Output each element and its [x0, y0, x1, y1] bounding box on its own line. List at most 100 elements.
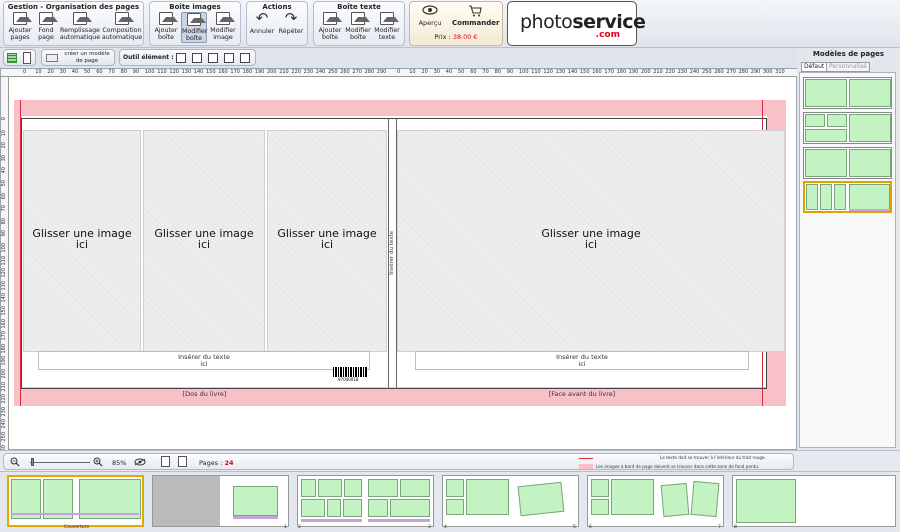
group-order: Aperçu Commander Prix : 38.00 € [409, 1, 503, 46]
ruler-tick: 20 [421, 69, 428, 75]
rotate-tool-icon[interactable] [224, 53, 234, 63]
ruler-tick: 10 [409, 69, 416, 75]
thumbnail-page-8[interactable] [732, 475, 896, 527]
page-settings-icon[interactable] [161, 456, 170, 467]
ruler-tick: 120 [1, 268, 7, 278]
resize-tool-icon[interactable] [192, 53, 202, 63]
ruler-tick: 60 [96, 69, 103, 75]
tab-custom[interactable]: Personnalisé [826, 62, 870, 72]
fit-tool-icon[interactable] [240, 53, 250, 63]
edit-text-box-button[interactable]: Modifier boîte [345, 12, 371, 41]
page-number: 8 [734, 525, 737, 530]
ruler-tick: 70 [108, 69, 115, 75]
add-text-box-button[interactable]: Ajouter boîte [317, 12, 343, 41]
text-box-back[interactable]: Insérer du texte ici [38, 351, 370, 370]
undo-button[interactable]: ↶ Annuler [249, 11, 275, 36]
ruler-tick: 280 [738, 69, 749, 75]
page-models-list[interactable] [799, 72, 896, 448]
ruler-tick: 110 [1, 255, 7, 266]
ruler-tick: 250 [328, 69, 338, 75]
cover-label: Couverture [64, 525, 90, 530]
model-three-photos-grid[interactable] [803, 112, 892, 144]
ruler-tick: 250 [1, 432, 7, 442]
ruler-tick: 250 [702, 69, 712, 75]
order-button[interactable]: Commander [452, 5, 499, 27]
page-export-icon[interactable] [178, 456, 187, 467]
zoom-slider-track[interactable] [30, 462, 90, 463]
center-tool-icon[interactable] [208, 53, 218, 63]
auto-fill-button[interactable]: Remplissage automatique [59, 12, 101, 41]
spine-text-box[interactable]: Insérer du texte [389, 231, 395, 275]
photo-placeholder-label: Glisser une image ici [277, 226, 377, 251]
text-box-front[interactable]: Insérer du texte ici [415, 351, 749, 370]
logo-text: photoservice [520, 11, 646, 33]
legend-red-text: Le texte doit se trouver à l'intérieur d… [660, 455, 766, 460]
ruler-tick: 290 [750, 69, 761, 75]
group-page-management: Gestion - Organisation des pages Ajouter… [3, 1, 144, 46]
ruler-tick: 130 [1, 280, 7, 291]
ruler-tick: 150 [1, 306, 7, 316]
page-background-button[interactable]: Fond page [35, 12, 58, 41]
tab-default[interactable]: Défaut [801, 62, 828, 72]
ruler-tick: 140 [193, 69, 204, 75]
thumbnail-pages-6-7[interactable] [587, 475, 724, 527]
ruler-tick: 100 [145, 69, 155, 75]
model-two-photos-alt[interactable] [803, 147, 892, 179]
ruler-tick: 210 [1, 381, 7, 392]
zoom-out-icon[interactable] [10, 457, 20, 467]
ribbon-toolbar: Gestion - Organisation des pages Ajouter… [0, 0, 900, 48]
thumbnail-cover[interactable] [7, 475, 144, 527]
edit-image-button[interactable]: Modifier image [210, 12, 236, 41]
add-image-box-button[interactable]: Ajouter boîte [153, 12, 179, 41]
thumbnail-pages-2-3[interactable] [297, 475, 434, 527]
cart-icon [469, 5, 482, 17]
edit-text-button[interactable]: Modifier texte [374, 12, 400, 41]
ruler-tick: 240 [1, 419, 7, 429]
ruler-tick: 50 [1, 180, 7, 187]
photo-box-back-1[interactable]: Glisser une image ici [23, 130, 141, 352]
group-actions: Actions ↶ Annuler ↷ Répéter [246, 1, 308, 46]
ruler-tick: 70 [1, 205, 7, 212]
ruler-tick: 260 [714, 69, 724, 75]
redo-button[interactable]: ↷ Répéter [277, 11, 305, 36]
add-pages-icon [13, 12, 32, 25]
ruler-tick: 220 [1, 394, 7, 404]
ruler-tick: 220 [291, 69, 301, 75]
ruler-tick: 130 [181, 69, 192, 75]
ruler-tick: 150 [580, 69, 590, 75]
ruler-tick: 200 [1, 369, 7, 379]
photo-box-front[interactable]: Glisser une image ici [397, 130, 785, 352]
align-tool-icon[interactable] [176, 53, 186, 63]
editor-workspace[interactable]: 0 10 20 30 40 50 60 70 80 90 100 110 120 130 140 150 160… [0, 68, 798, 451]
add-text-box-icon [323, 12, 342, 25]
group-title: Gestion - Organisation des pages [7, 3, 140, 11]
hide-eye-icon[interactable] [134, 458, 146, 466]
grid-view-icon[interactable] [7, 53, 17, 63]
ruler-tick: 270 [352, 69, 362, 75]
edit-image-box-button[interactable]: Modifier boîte [181, 12, 207, 43]
model-cover-layout[interactable] [803, 181, 892, 213]
photo-box-back-2[interactable]: Glisser une image ici [143, 130, 265, 352]
ruler-tick: 0 [397, 69, 401, 75]
page-view-icon[interactable] [23, 52, 31, 64]
auto-composition-button[interactable]: Composition automatique [101, 12, 143, 41]
ruler-tick: 90 [506, 69, 514, 75]
ruler-tick: 100 [519, 69, 529, 75]
ruler-tick: 60 [1, 192, 7, 199]
photoservice-logo[interactable]: photoservice .com [507, 1, 646, 46]
create-model-button[interactable]: créer un modèle de page [41, 49, 115, 66]
model-two-photos[interactable] [803, 77, 892, 109]
photo-box-back-3[interactable]: Glisser une image ici [267, 130, 387, 352]
group-title: Boîte texte [337, 3, 381, 11]
zoom-slider-handle[interactable] [31, 458, 34, 466]
group-image-box: Boîte images Ajouter boîte Modifier boît… [149, 1, 241, 46]
back-cover-label: [Dos du livre] [182, 390, 227, 398]
zoom-in-icon[interactable] [93, 457, 103, 467]
add-pages-button[interactable]: Ajouter pages [7, 12, 33, 41]
preview-button[interactable]: Aperçu [416, 5, 444, 27]
ruler-tick: 210 [653, 69, 663, 75]
thumbnail-page-1[interactable] [152, 475, 289, 527]
barcode-number: 97040018 [338, 377, 359, 382]
thumbnail-pages-4-5[interactable] [442, 475, 579, 527]
ruler-tick: 90 [132, 69, 140, 75]
